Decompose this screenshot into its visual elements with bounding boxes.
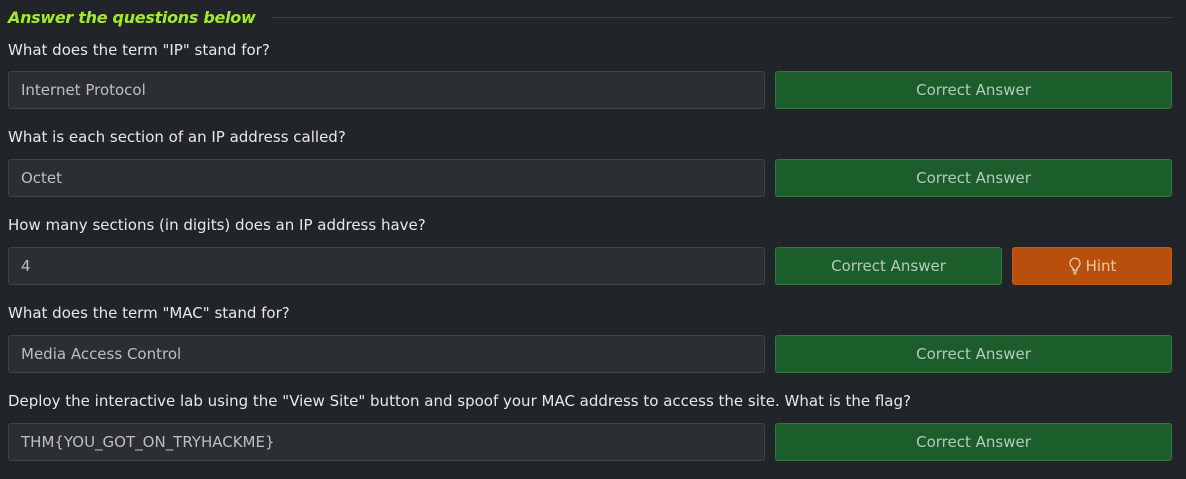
question-block: How many sections (in digits) does an IP… (8, 215, 1172, 285)
question-text: What is each section of an IP address ca… (8, 128, 346, 146)
question-text: How many sections (in digits) does an IP… (8, 216, 426, 234)
answer-input[interactable]: Media Access Control (8, 335, 765, 373)
answer-input[interactable]: Internet Protocol (8, 71, 765, 109)
question-block: Deploy the interactive lab using the "Vi… (8, 391, 1172, 461)
question-text: Deploy the interactive lab using the "Vi… (8, 392, 911, 410)
question-answer-row: Octet Correct Answer (8, 159, 1172, 197)
question-answer-row: THM{YOU_GOT_ON_TRYHACKME} Correct Answer (8, 423, 1172, 461)
correct-answer-button[interactable]: Correct Answer (775, 159, 1172, 197)
answer-input[interactable]: THM{YOU_GOT_ON_TRYHACKME} (8, 423, 765, 461)
section-header: Answer the questions below (8, 0, 1172, 34)
question-block: What does the term "MAC" stand for? Medi… (8, 303, 1172, 373)
question-text: What does the term "IP" stand for? (8, 41, 270, 59)
hint-button[interactable]: Hint (1012, 247, 1172, 285)
hint-label: Hint (1085, 257, 1117, 275)
section-title: Answer the questions below (8, 7, 256, 27)
answer-input[interactable]: 4 (8, 247, 765, 285)
lightbulb-icon (1068, 257, 1082, 275)
correct-answer-button[interactable]: Correct Answer (775, 335, 1172, 373)
correct-answer-button[interactable]: Correct Answer (775, 423, 1172, 461)
correct-answer-button[interactable]: Correct Answer (775, 247, 1002, 285)
question-block: What does the term "IP" stand for? Inter… (8, 40, 1172, 109)
question-answer-row: Media Access Control Correct Answer (8, 335, 1172, 373)
question-answer-row: Internet Protocol Correct Answer (8, 71, 1172, 109)
question-answer-row: 4 Correct Answer Hint (8, 247, 1172, 285)
header-divider (271, 17, 1172, 18)
questions-panel: Answer the questions below What does the… (0, 0, 1186, 479)
correct-answer-button[interactable]: Correct Answer (775, 71, 1172, 109)
question-text: What does the term "MAC" stand for? (8, 304, 290, 322)
question-block: What is each section of an IP address ca… (8, 127, 1172, 197)
answer-input[interactable]: Octet (8, 159, 765, 197)
